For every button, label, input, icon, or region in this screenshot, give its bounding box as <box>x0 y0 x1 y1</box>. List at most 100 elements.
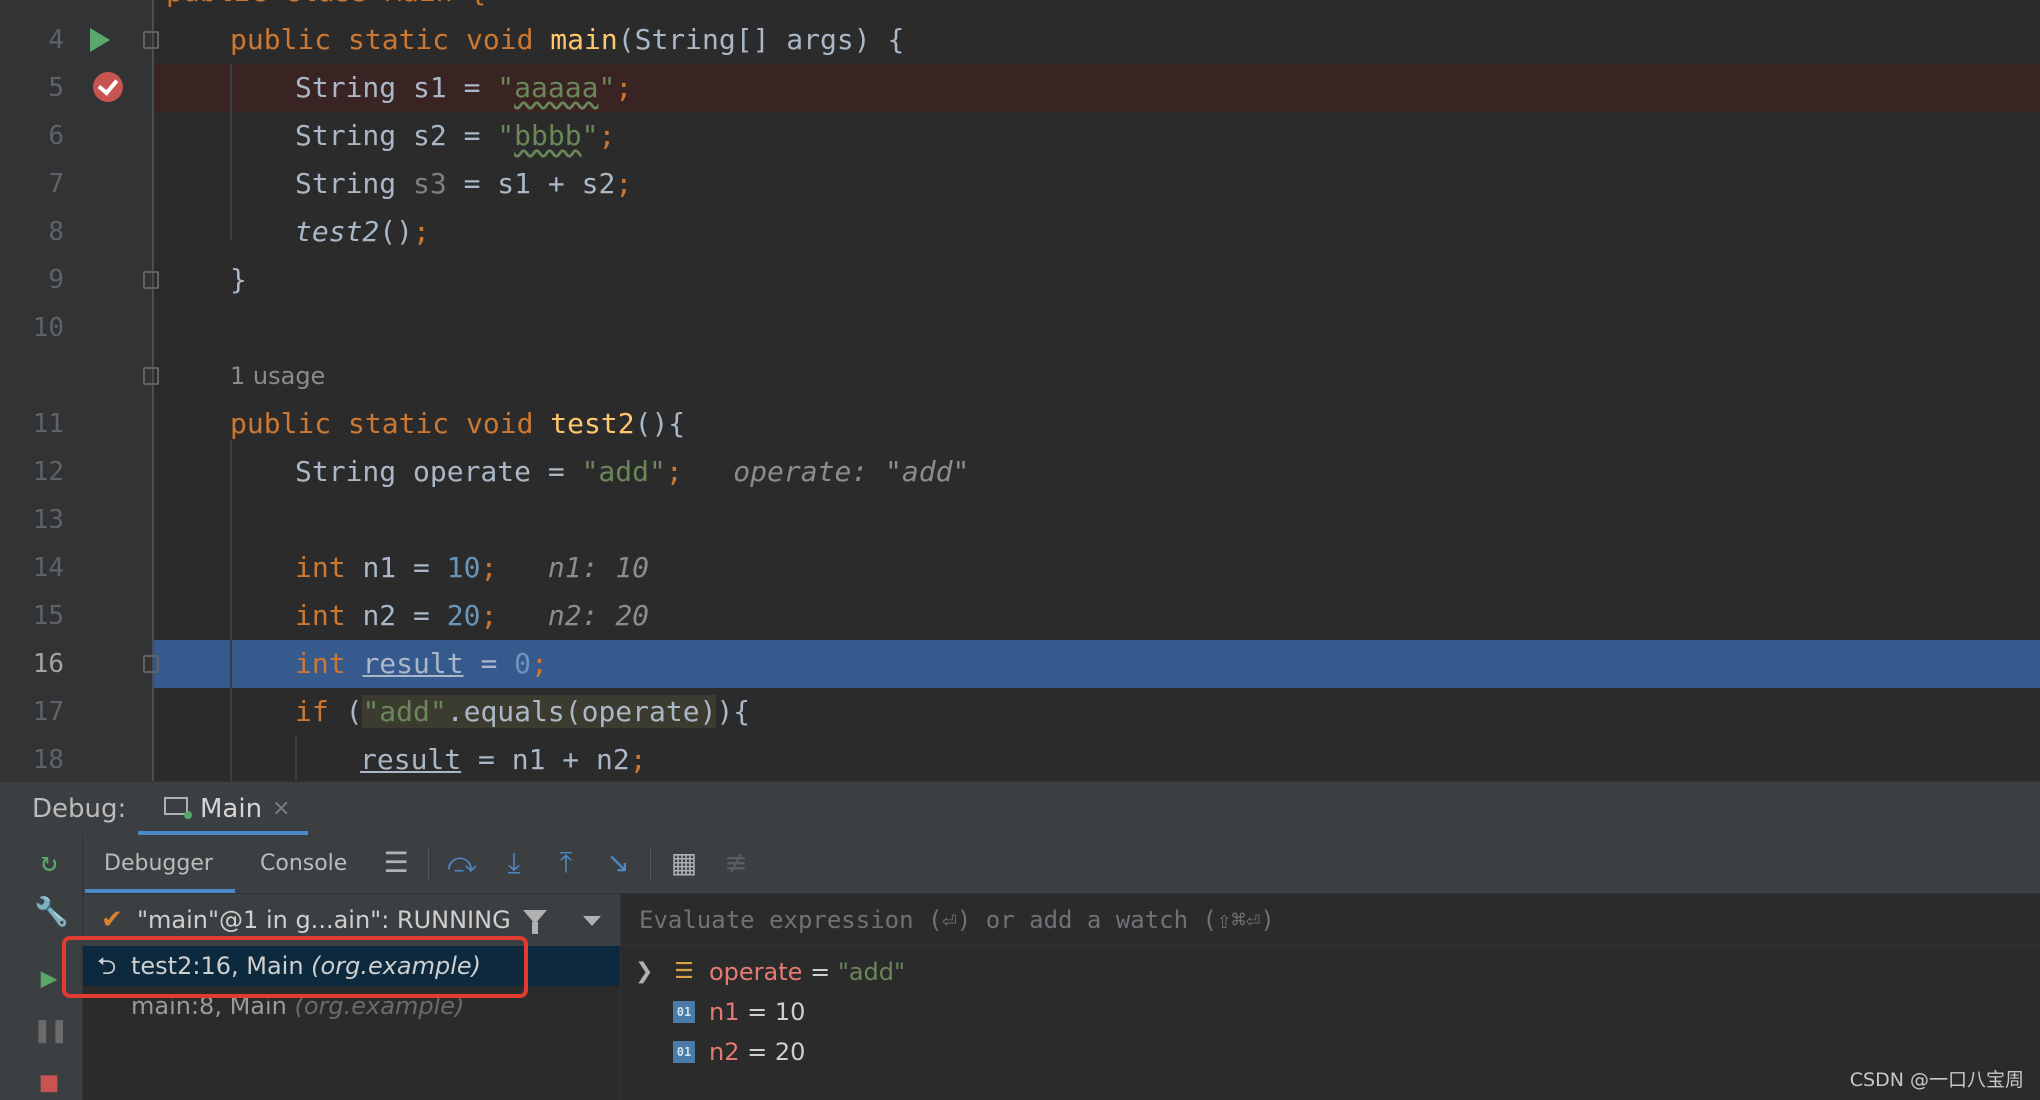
code-text: result = n1 + n2; <box>360 736 647 781</box>
step-over-icon[interactable]: ⤼ <box>446 847 478 879</box>
frames-panel: ✔ "main"@1 in g...ain": RUNNING ⮌ test2:… <box>83 894 621 1100</box>
run-icon[interactable] <box>90 28 110 52</box>
rerun-icon[interactable]: ↻ <box>34 847 64 877</box>
code-token: test2 <box>550 407 635 440</box>
line-number: 16 <box>32 649 64 679</box>
code-line-13[interactable]: 13 <box>0 496 2040 544</box>
code-token: "add" <box>362 695 447 728</box>
code-line-8[interactable]: 8 test2(); <box>0 208 2040 256</box>
pause-icon[interactable]: ❚❚ <box>34 1015 68 1045</box>
code-line-6[interactable]: 6 String s2 = "bbbb"; <box>0 112 2040 160</box>
code-line-17[interactable]: 17 if ("add".equals(operate)){ <box>0 688 2040 736</box>
code-token: 20 <box>446 599 481 632</box>
indent-guide <box>295 736 297 781</box>
code-token: n2 = <box>362 599 447 632</box>
code-line-11[interactable]: 11 public static void test2(){ <box>0 400 2040 448</box>
code-token: = s1 + s2 <box>446 167 616 200</box>
code-line-12[interactable]: 12 String operate = "add"; operate: "add" <box>0 448 2040 496</box>
debug-title-bar: Debug: Main × <box>0 781 2040 836</box>
code-line-18[interactable]: 18 result = n1 + n2; <box>0 736 2040 781</box>
code-text: } <box>230 256 247 304</box>
breakpoint-icon[interactable] <box>93 72 123 102</box>
fold-marker-icon[interactable] <box>143 271 159 289</box>
variable-row[interactable]: 01 n2 = 20 <box>621 1032 2040 1072</box>
variables-panel: ❯ ☰ operate = "add" 01 n1 = 10 01 n2 = 2… <box>621 894 2040 1100</box>
code-text: public static void main(String[] args) { <box>230 16 904 64</box>
code-token: " <box>581 119 599 152</box>
code-token: bbbb <box>514 119 582 152</box>
primitive-variable-icon: 01 <box>673 1001 695 1023</box>
fold-marker-icon[interactable] <box>143 367 159 385</box>
evaluate-expression-input[interactable] <box>621 894 2040 946</box>
code-line-5[interactable]: 5 String s1 = "aaaaa"; <box>48 64 2040 112</box>
code-line-14[interactable]: 14 int n1 = 10; n1: 10 <box>0 544 2040 592</box>
code-token: test2 <box>295 215 380 248</box>
tab-console[interactable]: Console <box>260 835 347 893</box>
code-token: result <box>362 647 464 680</box>
step-out-icon[interactable]: ⤒ <box>550 847 582 879</box>
usage-hint[interactable]: 1 usage <box>230 352 325 400</box>
variable-name: operate <box>709 958 803 986</box>
watermark: CSDN @一口八宝周 <box>1849 1069 2024 1091</box>
application-icon <box>164 797 192 819</box>
resume-icon[interactable]: ▶ <box>34 963 64 993</box>
code-token: (){ <box>634 407 686 440</box>
variable-name: n1 <box>709 998 740 1026</box>
line-number: 10 <box>32 313 64 343</box>
frame-row[interactable]: main:8, Main (org.example) <box>83 986 620 1026</box>
toolbar-separator <box>428 847 429 881</box>
run-to-cursor-icon[interactable]: ↘ <box>602 847 634 879</box>
code-line-9[interactable]: 9} <box>0 256 2040 304</box>
code-token: ; <box>615 167 633 200</box>
return-arrow-icon: ⮌ <box>97 952 117 980</box>
code-token: n1 = <box>362 551 447 584</box>
code-editor[interactable]: public class Main {4 public static void m… <box>0 0 2040 781</box>
chevron-down-icon[interactable] <box>583 916 601 926</box>
primitive-variable-icon: 01 <box>673 1041 695 1063</box>
code-token: String s1 = <box>295 71 498 104</box>
code-text: int n2 = 20; n2: 20 <box>295 592 649 640</box>
thread-selector[interactable]: ✔ "main"@1 in g...ain": RUNNING <box>83 894 620 947</box>
trace-current-stream-icon[interactable]: ≢ <box>720 847 752 879</box>
show-execution-point-icon[interactable]: ☰ <box>380 847 412 879</box>
code-token: int <box>295 551 363 584</box>
fold-marker-icon[interactable] <box>143 31 159 49</box>
line-number: 4 <box>48 25 64 55</box>
line-number: 17 <box>32 697 64 727</box>
code-token: = <box>463 647 515 680</box>
settings-wrench-icon[interactable]: 🔧 <box>34 897 69 927</box>
debug-toolbar: Debugger Console ☰ ⤼ ⤓ ⤒ ↘ ▦ ≢ <box>0 835 2040 894</box>
tab-debugger[interactable]: Debugger <box>104 835 213 893</box>
frame-package: (org.example) <box>311 952 482 980</box>
code-token: operate: "add" <box>682 455 970 488</box>
code-token: int <box>295 599 363 632</box>
code-text: String s3 = s1 + s2; <box>295 160 632 208</box>
code-token: 0 <box>514 647 532 680</box>
filter-icon[interactable] <box>523 910 547 934</box>
variable-row[interactable]: ❯ ☰ operate = "add" <box>621 952 2040 992</box>
evaluate-expression-icon[interactable]: ▦ <box>668 847 700 879</box>
variable-row[interactable]: 01 n1 = 10 <box>621 992 2040 1032</box>
active-tab-indicator <box>85 889 235 893</box>
code-line-4[interactable]: 4 public static void main(String[] args) … <box>0 16 2040 64</box>
chevron-right-icon[interactable]: ❯ <box>635 952 653 992</box>
code-token: if <box>295 695 346 728</box>
debug-side-toolbar: ↻ 🔧 ▶ ❚❚ ■ <box>0 835 83 1100</box>
debug-session-tab-main[interactable]: Main × <box>138 782 308 836</box>
step-into-icon[interactable]: ⤓ <box>498 847 530 879</box>
line-number: 14 <box>32 553 64 583</box>
variable-name: n2 <box>709 1038 740 1066</box>
close-icon[interactable]: × <box>272 782 290 836</box>
frame-row[interactable]: ⮌ test2:16, Main (org.example) <box>83 946 620 986</box>
line-number: 12 <box>32 457 64 487</box>
code-line-16[interactable]: 16 int result = 0; <box>33 640 2040 688</box>
code-line-10[interactable]: 10 <box>0 304 2040 352</box>
code-text: int result = 0; <box>295 640 548 688</box>
stop-icon[interactable]: ■ <box>34 1067 64 1097</box>
code-token: aaaaa <box>514 71 599 104</box>
code-line-7[interactable]: 7 String s3 = s1 + s2; <box>0 160 2040 208</box>
code-line-15[interactable]: 15 int n2 = 20; n2: 20 <box>0 592 2040 640</box>
code-text: if ("add".equals(operate)){ <box>295 688 750 736</box>
debug-session-tab-label: Main <box>200 794 263 824</box>
fold-marker-icon[interactable] <box>143 655 159 673</box>
